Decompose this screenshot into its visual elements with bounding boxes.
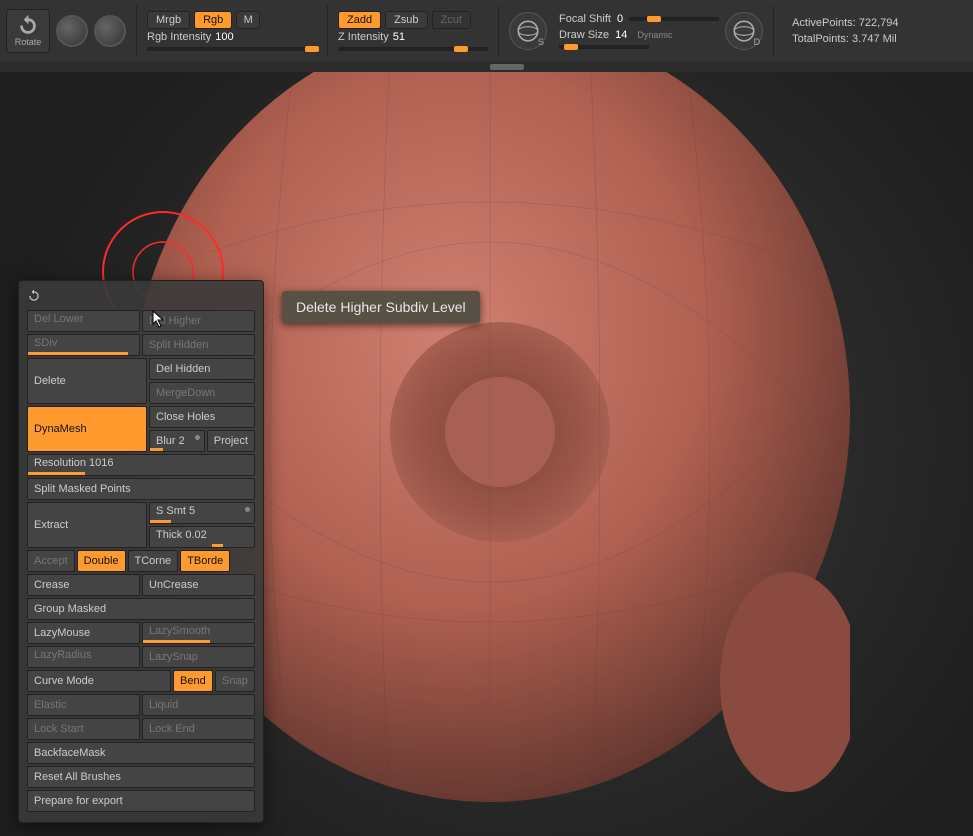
merge-down-button[interactable]: MergeDown xyxy=(149,382,255,404)
split-hidden-button[interactable]: Split Hidden xyxy=(142,334,255,356)
m-button[interactable]: M xyxy=(236,11,260,29)
focal-shift-label: Focal Shift xyxy=(559,13,611,25)
z-intensity-value: 51 xyxy=(393,31,405,43)
tcorner-button[interactable]: TCorne xyxy=(128,550,179,572)
rgb-intensity-slider[interactable] xyxy=(147,47,317,51)
total-points-label: TotalPoints: xyxy=(792,33,849,45)
thick-slider[interactable]: Thick 0.02 xyxy=(149,526,255,548)
z-intensity-label: Z Intensity xyxy=(338,31,389,43)
del-hidden-button[interactable]: Del Hidden xyxy=(149,358,255,380)
delete-button[interactable]: Delete xyxy=(27,358,147,404)
group-masked-button[interactable]: Group Masked xyxy=(27,598,255,620)
separator xyxy=(136,6,137,56)
separator xyxy=(773,6,774,56)
rgb-button[interactable]: Rgb xyxy=(194,11,232,29)
tborder-button[interactable]: TBorde xyxy=(180,550,230,572)
double-button[interactable]: Double xyxy=(77,550,126,572)
prepare-export-button[interactable]: Prepare for export xyxy=(27,790,255,812)
del-lower-button[interactable]: Del Lower xyxy=(27,310,140,332)
geometry-panel: Del Lower Del Higher SDiv Split Hidden D… xyxy=(18,280,264,823)
s-label: S xyxy=(538,37,544,47)
zadd-button[interactable]: Zadd xyxy=(338,11,381,29)
s-smt-slider[interactable]: S Smt 5 xyxy=(149,502,255,524)
blur-slider[interactable]: Blur 2 xyxy=(149,430,205,452)
zcut-button[interactable]: Zcut xyxy=(432,11,471,29)
draw-size-slider[interactable] xyxy=(559,45,649,49)
active-points-label: ActivePoints: xyxy=(792,17,856,29)
del-higher-button[interactable]: Del Higher xyxy=(142,310,255,332)
rotate-button[interactable]: Rotate xyxy=(6,9,50,53)
top-toolbar: Rotate Mrgb Rgb M Rgb Intensity 100 Zadd… xyxy=(0,0,973,62)
rotate-label: Rotate xyxy=(15,37,42,47)
lock-end-button[interactable]: Lock End xyxy=(142,718,255,740)
rgb-intensity-label: Rgb Intensity xyxy=(147,31,211,43)
brush-slot-1-icon[interactable] xyxy=(56,15,88,47)
uncrease-button[interactable]: UnCrease xyxy=(142,574,255,596)
curve-mode-button[interactable]: Curve Mode xyxy=(27,670,171,692)
draw-size-label: Draw Size xyxy=(559,29,609,41)
lazymouse-button[interactable]: LazyMouse xyxy=(27,622,140,644)
active-points-value: 722,794 xyxy=(859,17,899,29)
dynamesh-button[interactable]: DynaMesh xyxy=(27,406,147,452)
focal-shift-value: 0 xyxy=(617,13,623,25)
draw-size-value: 14 xyxy=(615,29,627,41)
d-label: D xyxy=(754,37,761,47)
mrgb-button[interactable]: Mrgb xyxy=(147,11,190,29)
liquid-button[interactable]: Liquid xyxy=(142,694,255,716)
separator xyxy=(327,6,328,56)
lazysnap-button[interactable]: LazySnap xyxy=(142,646,255,668)
lazysmooth-slider[interactable]: LazySmooth xyxy=(142,622,255,644)
accept-button[interactable]: Accept xyxy=(27,550,75,572)
rotate-icon xyxy=(17,15,39,37)
rgb-block: Mrgb Rgb M Rgb Intensity 100 xyxy=(147,11,317,51)
extract-button[interactable]: Extract xyxy=(27,502,147,548)
mesh-stats: ActivePoints: 722,794 TotalPoints: 3.747… xyxy=(792,17,898,45)
sdiv-slider[interactable]: SDiv xyxy=(27,334,140,356)
close-holes-button[interactable]: Close Holes xyxy=(149,406,255,428)
d-gyro-button[interactable]: D xyxy=(725,12,763,50)
refresh-icon[interactable] xyxy=(27,289,41,303)
dynamic-label[interactable]: Dynamic xyxy=(637,30,672,40)
zsub-button[interactable]: Zsub xyxy=(385,11,427,29)
backface-mask-button[interactable]: BackfaceMask xyxy=(27,742,255,764)
lock-start-button[interactable]: Lock Start xyxy=(27,718,140,740)
timeline-strip[interactable] xyxy=(0,62,973,72)
bend-button[interactable]: Bend xyxy=(173,670,213,692)
separator xyxy=(498,6,499,56)
project-button[interactable]: Project xyxy=(207,430,255,452)
split-masked-button[interactable]: Split Masked Points xyxy=(27,478,255,500)
s-gyro-button[interactable]: S xyxy=(509,12,547,50)
crease-button[interactable]: Crease xyxy=(27,574,140,596)
z-block: Zadd Zsub Zcut Z Intensity 51 xyxy=(338,11,488,51)
focal-shift-slider[interactable] xyxy=(629,17,719,21)
snap-button[interactable]: Snap xyxy=(215,670,255,692)
rgb-intensity-value: 100 xyxy=(215,31,233,43)
reset-brushes-button[interactable]: Reset All Brushes xyxy=(27,766,255,788)
brush-slot-2-icon[interactable] xyxy=(94,15,126,47)
focal-draw-block: Focal Shift 0 Draw Size 14 Dynamic xyxy=(559,13,719,49)
total-points-value: 3.747 Mil xyxy=(852,33,897,45)
z-intensity-slider[interactable] xyxy=(338,47,488,51)
elastic-button[interactable]: Elastic xyxy=(27,694,140,716)
resolution-slider[interactable]: Resolution 1016 xyxy=(27,454,255,476)
timeline-scroll-thumb[interactable] xyxy=(490,64,524,70)
tooltip: Delete Higher Subdiv Level xyxy=(282,291,480,323)
lazyradius-slider[interactable]: LazyRadius xyxy=(27,646,140,668)
